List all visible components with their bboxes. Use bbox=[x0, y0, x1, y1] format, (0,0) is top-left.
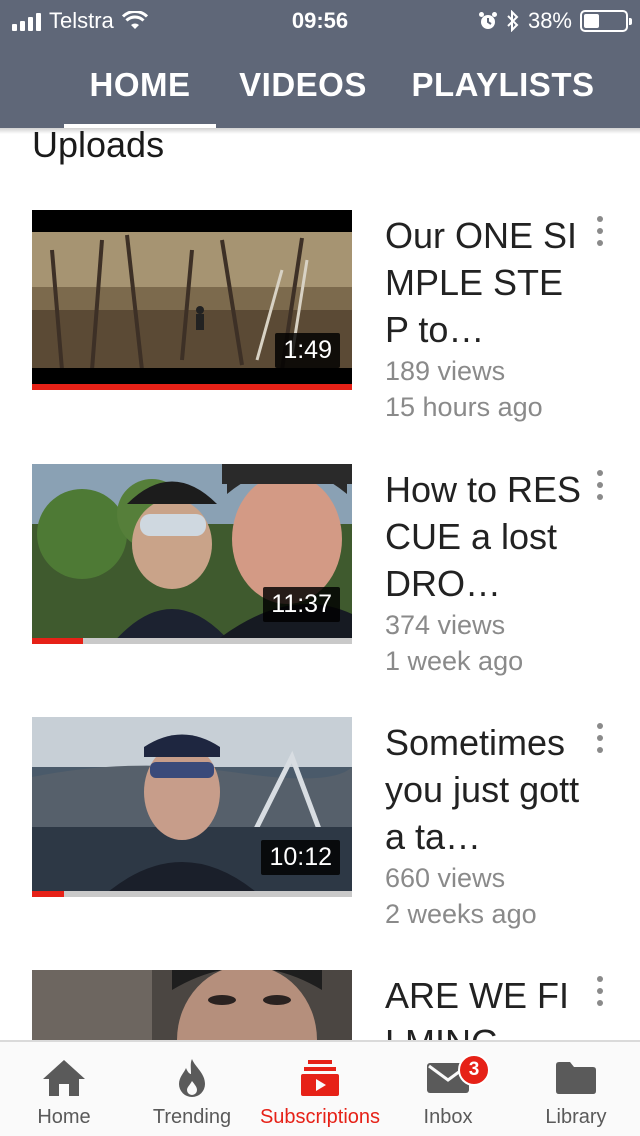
video-title[interactable]: Our ONE SIMPLE STEP to… bbox=[385, 212, 585, 353]
folder-icon bbox=[556, 1062, 596, 1094]
video-views: 189 views bbox=[385, 356, 506, 386]
video-item[interactable]: 1:49 Our ONE SIMPLE STEP to… 189 views 1… bbox=[32, 210, 632, 422]
nav-label: Trending bbox=[152, 1106, 232, 1128]
video-info: How to RESCUE a lost DRO… 374 views 1 we… bbox=[385, 466, 585, 679]
video-info: Sometimes you just gotta ta… 660 views 2… bbox=[385, 719, 585, 932]
home-icon bbox=[43, 1060, 85, 1096]
video-item[interactable]: 11:37 How to RESCUE a lost DRO… 374 view… bbox=[32, 464, 632, 676]
video-thumbnail[interactable]: 1:49 bbox=[32, 210, 352, 390]
status-bar: Telstra 09:56 38% bbox=[0, 0, 640, 42]
inbox-badge: 3 bbox=[458, 1054, 490, 1086]
nav-label: Library bbox=[545, 1106, 607, 1128]
watch-progress bbox=[32, 638, 352, 644]
video-thumbnail[interactable]: 10:12 bbox=[32, 717, 352, 897]
tab-home[interactable]: HOME bbox=[64, 42, 216, 128]
battery-icon bbox=[580, 10, 632, 32]
nav-subscriptions[interactable]: Subscriptions bbox=[256, 1042, 384, 1136]
nav-label: Inbox bbox=[423, 1106, 473, 1128]
more-options-icon[interactable] bbox=[590, 216, 610, 246]
video-item[interactable]: 10:12 Sometimes you just gotta ta… 660 v… bbox=[32, 717, 632, 929]
alarm-icon bbox=[478, 12, 497, 29]
more-options-icon[interactable] bbox=[590, 976, 610, 1006]
video-age: 1 week ago bbox=[385, 646, 524, 676]
watch-progress bbox=[32, 891, 352, 897]
flame-icon bbox=[179, 1059, 205, 1097]
watch-progress-fill bbox=[32, 891, 64, 897]
more-options-icon[interactable] bbox=[590, 470, 610, 500]
tab-playlists[interactable]: PLAYLISTS bbox=[398, 42, 608, 128]
subscriptions-icon bbox=[301, 1060, 339, 1096]
nav-library[interactable]: Library bbox=[512, 1042, 640, 1136]
tab-videos[interactable]: VIDEOS bbox=[228, 42, 378, 128]
channel-tabs: HOME VIDEOS PLAYLISTS bbox=[0, 42, 640, 128]
nav-label: Subscriptions bbox=[259, 1106, 381, 1128]
section-title: Uploads bbox=[32, 124, 165, 165]
video-age: 2 weeks ago bbox=[385, 899, 537, 929]
video-thumbnail[interactable]: 11:37 bbox=[32, 464, 352, 644]
video-views: 660 views bbox=[385, 863, 506, 893]
status-bar-right: 38% bbox=[478, 8, 632, 34]
watch-progress-fill bbox=[32, 384, 352, 390]
video-views: 374 views bbox=[385, 610, 506, 640]
battery-level bbox=[584, 14, 600, 28]
bluetooth-icon bbox=[507, 10, 519, 32]
video-title[interactable]: How to RESCUE a lost DRO… bbox=[385, 466, 585, 607]
watch-progress bbox=[32, 384, 352, 390]
video-duration: 1:49 bbox=[275, 333, 340, 368]
more-options-icon[interactable] bbox=[590, 723, 610, 753]
video-duration: 10:12 bbox=[261, 840, 340, 875]
video-duration: 11:37 bbox=[263, 587, 340, 622]
battery-percent: 38% bbox=[527, 8, 572, 33]
nav-home[interactable]: Home bbox=[0, 1042, 128, 1136]
nav-inbox[interactable]: 3 Inbox bbox=[384, 1042, 512, 1136]
watch-progress-fill bbox=[32, 638, 84, 644]
bottom-navigation: Home Trending Subscriptions 3 Inbox Libr… bbox=[0, 1040, 640, 1136]
video-title[interactable]: Sometimes you just gotta ta… bbox=[385, 719, 585, 860]
video-info: Our ONE SIMPLE STEP to… 189 views 15 hou… bbox=[385, 212, 585, 425]
nav-trending[interactable]: Trending bbox=[128, 1042, 256, 1136]
video-age: 15 hours ago bbox=[385, 392, 543, 422]
